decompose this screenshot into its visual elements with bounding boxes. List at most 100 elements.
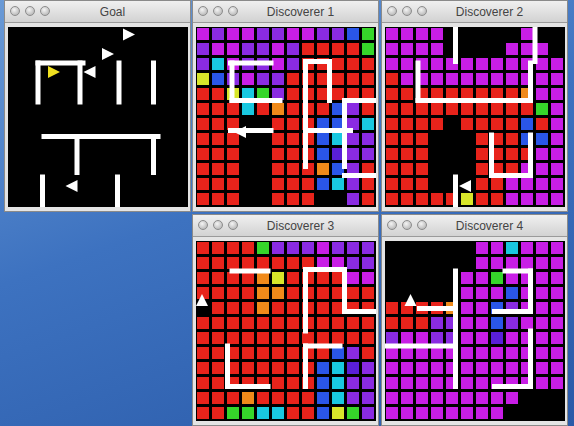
grid-cell [491,193,503,205]
grid-cell [536,58,548,70]
close-button[interactable] [387,220,397,230]
grid-cell [272,392,284,404]
grid-cell [257,103,269,115]
window-title: Discoverer 2 [426,5,523,19]
grid-cell [536,193,548,205]
title-bar[interactable]: Discoverer 2 [382,1,567,23]
maze-wall [494,309,530,314]
app-window[interactable]: Discoverer 1 [192,0,379,212]
maze-canvas [385,241,565,421]
grid-cell [401,73,413,85]
grid-cell [416,347,428,359]
grid-cell [431,332,443,344]
grid-cell [227,317,239,329]
grid-cell [257,242,269,254]
grid-cell [257,332,269,344]
grid-cell [461,347,473,359]
grid-cell [386,347,398,359]
grid-cell [506,148,518,160]
maze-wall [344,173,376,178]
maze-wall [232,98,280,103]
grid-cell [506,193,518,205]
grid-cell [242,272,254,284]
grid-cell [347,148,359,160]
app-window[interactable]: Discoverer 2 [381,0,568,212]
grid-cell [287,242,299,254]
grid-cell [347,257,359,269]
grid-cell [242,317,254,329]
grid-cell [332,407,344,419]
grid-cell [302,178,314,190]
app-window[interactable]: Discoverer 4 [381,214,568,426]
grid-cell [506,317,518,329]
zoom-button[interactable] [417,220,427,230]
minimize-button[interactable] [213,6,223,16]
grid-cell [386,88,398,100]
title-bar[interactable]: Discoverer 1 [193,1,378,23]
close-button[interactable] [10,6,20,16]
agent-arrow-icon [404,294,416,306]
app-window[interactable]: Discoverer 3 [192,214,379,426]
grid-cell [521,43,533,55]
grid-cell [461,193,473,205]
grid-cell [212,28,224,40]
zoom-button[interactable] [228,220,238,230]
title-bar[interactable]: Discoverer 3 [193,215,378,237]
grid-cell [272,242,284,254]
grid-cell [197,407,209,419]
maze-wall [74,137,79,173]
zoom-button[interactable] [417,6,427,16]
grid-cell [521,178,533,190]
grid-cell [401,58,413,70]
close-button[interactable] [387,6,397,16]
agent-arrow-icon [83,66,95,78]
grid-cell [317,242,329,254]
grid-cell [347,28,359,40]
grid-cell [536,148,548,160]
grid-cell [431,347,443,359]
grid-cell [386,362,398,374]
grid-cell [461,317,473,329]
grid-cell [476,178,488,190]
window-title: Goal [70,5,125,19]
grid-cell [197,242,209,254]
title-bar[interactable]: Discoverer 4 [382,215,567,237]
grid-cell [197,58,209,70]
title-bar[interactable]: Goal [5,1,190,23]
zoom-button[interactable] [228,6,238,16]
grid-cell [476,287,488,299]
minimize-button[interactable] [213,220,223,230]
grid-cell [551,178,563,190]
grid-cell [506,392,518,404]
grid-cell [431,377,443,389]
grid-cell [212,317,224,329]
grid-cell [212,332,224,344]
grid-cell [272,103,284,115]
grid-cell [536,178,548,190]
minimize-button[interactable] [402,6,412,16]
minimize-button[interactable] [25,6,35,16]
maze-wall [342,270,347,312]
grid-cell [551,133,563,145]
app-window[interactable]: Goal [4,0,191,212]
grid-cell [197,88,209,100]
maze-wall [77,63,82,102]
grid-cell [197,332,209,344]
grid-cell [446,73,458,85]
close-button[interactable] [198,220,208,230]
agent-arrow-icon [196,294,208,306]
close-button[interactable] [198,6,208,16]
minimize-button[interactable] [402,220,412,230]
grid-cell [287,332,299,344]
grid-cell [551,118,563,130]
grid-cell [242,392,254,404]
grid-cell [317,332,329,344]
grid-cell [521,193,533,205]
grid-cell [197,28,209,40]
grid-cell [272,118,284,130]
zoom-button[interactable] [40,6,50,16]
grid-cell [461,103,473,115]
grid-cell [536,257,548,269]
grid-cell [212,88,224,100]
grid-cell [551,257,563,269]
